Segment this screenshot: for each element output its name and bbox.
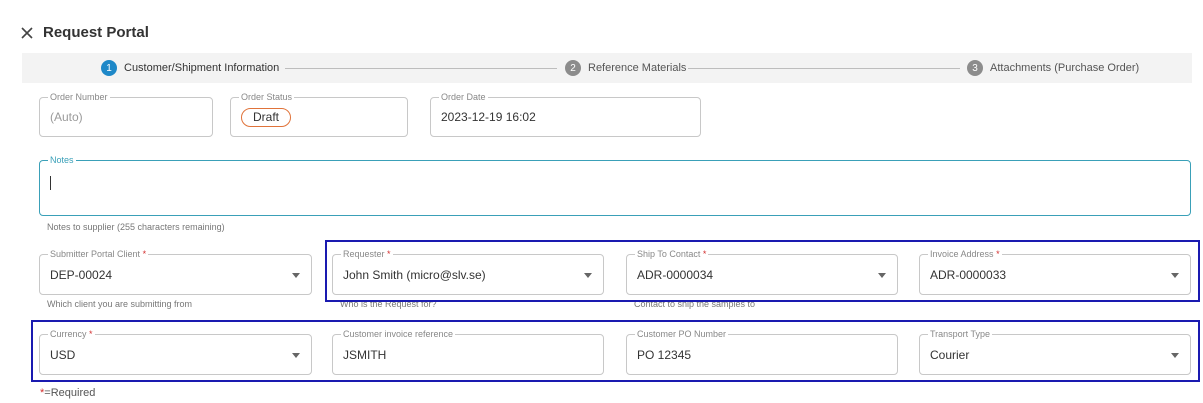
chevron-down-icon xyxy=(1171,352,1179,358)
customer-po-number-input[interactable]: Customer PO Number PO 12345 xyxy=(626,328,898,375)
chevron-down-icon xyxy=(292,352,300,358)
step-label: Customer/Shipment Information xyxy=(124,62,280,74)
order-number-field: Order Number (Auto) xyxy=(39,91,213,137)
customer-invoice-reference-label: Customer invoice reference xyxy=(341,328,456,340)
requester-value: John Smith (micro@slv.se) xyxy=(343,267,486,282)
submitter-client-label: Submitter Portal Client * xyxy=(48,248,149,260)
chevron-down-icon xyxy=(292,272,300,278)
order-status-field: Order Status Draft xyxy=(230,91,408,137)
step-label: Reference Materials xyxy=(588,62,687,74)
order-date-field[interactable]: Order Date 2023-12-19 16:02 xyxy=(430,91,701,137)
submitter-client-select[interactable]: Submitter Portal Client * DEP-00024 xyxy=(39,248,312,295)
page-title: Request Portal xyxy=(43,24,149,41)
order-number-label: Order Number xyxy=(48,91,110,103)
submitter-client-value: DEP-00024 xyxy=(50,267,113,282)
text-cursor xyxy=(50,176,51,190)
status-badge: Draft xyxy=(241,108,292,127)
required-note: *=Required xyxy=(40,387,96,399)
step-reference-materials[interactable]: 2 Reference Materials xyxy=(565,60,686,76)
order-date-value: 2023-12-19 16:02 xyxy=(441,110,536,124)
notes-label: Notes xyxy=(48,154,76,166)
requester-label: Requester * xyxy=(341,248,393,260)
invoice-address-value: ADR-0000033 xyxy=(930,267,1007,282)
chevron-down-icon xyxy=(1171,272,1179,278)
currency-select[interactable]: Currency * USD xyxy=(39,328,312,375)
close-icon[interactable] xyxy=(20,26,34,40)
chevron-down-icon xyxy=(584,272,592,278)
notes-helper: Notes to supplier (255 characters remain… xyxy=(47,222,225,232)
step-label: Attachments (Purchase Order) xyxy=(990,62,1140,74)
ship-to-contact-value: ADR-0000034 xyxy=(637,267,714,282)
ship-to-contact-label: Ship To Contact * xyxy=(635,248,709,260)
customer-invoice-reference-input[interactable]: Customer invoice reference JSMITH xyxy=(332,328,604,375)
requester-select[interactable]: Requester * John Smith (micro@slv.se) xyxy=(332,248,604,295)
step-connector xyxy=(285,68,557,69)
order-date-label: Order Date xyxy=(439,91,488,103)
invoice-address-label: Invoice Address * xyxy=(928,248,1002,260)
transport-type-select[interactable]: Transport Type Courier xyxy=(919,328,1191,375)
invoice-address-select[interactable]: Invoice Address * ADR-0000033 xyxy=(919,248,1191,295)
customer-po-number-value: PO 12345 xyxy=(637,347,692,362)
transport-type-value: Courier xyxy=(930,347,970,362)
customer-po-number-label: Customer PO Number xyxy=(635,328,729,340)
ship-to-contact-helper: Contact to ship the samples to xyxy=(634,299,756,309)
transport-type-label: Transport Type xyxy=(928,328,993,340)
currency-label: Currency * xyxy=(48,328,95,340)
currency-value: USD xyxy=(50,347,76,362)
step-attachments[interactable]: 3 Attachments (Purchase Order) xyxy=(967,60,1139,76)
requester-helper: Who is the Request for? xyxy=(340,299,437,309)
step-customer-shipment[interactable]: 1 Customer/Shipment Information xyxy=(101,60,279,76)
notes-field[interactable]: Notes xyxy=(39,154,1191,216)
ship-to-contact-select[interactable]: Ship To Contact * ADR-0000034 xyxy=(626,248,898,295)
order-number-value: (Auto) xyxy=(50,110,83,124)
step-connector xyxy=(688,68,960,69)
submitter-client-helper: Which client you are submitting from xyxy=(47,299,193,309)
chevron-down-icon xyxy=(878,272,886,278)
step-number: 3 xyxy=(967,60,983,76)
order-status-label: Order Status xyxy=(239,91,295,103)
step-number: 1 xyxy=(101,60,117,76)
step-number: 2 xyxy=(565,60,581,76)
customer-invoice-reference-value: JSMITH xyxy=(343,347,387,362)
